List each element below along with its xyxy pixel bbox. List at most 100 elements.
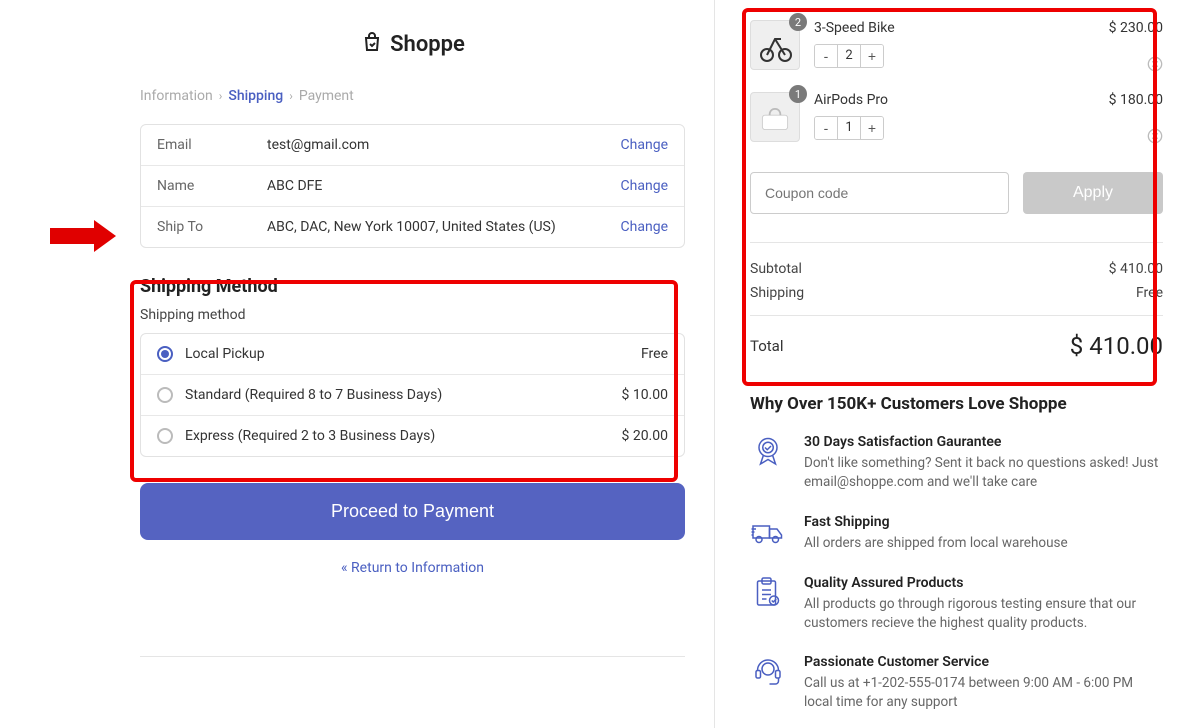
name-label: Name	[157, 178, 267, 194]
info-row-email: Email test@gmail.com Change	[141, 125, 684, 166]
remove-item-button[interactable]	[1147, 56, 1163, 72]
shipping-option-price: $ 10.00	[621, 387, 668, 403]
checkout-main: Shoppe Information › Shipping › Payment …	[0, 0, 715, 728]
shipping-options: Local Pickup Free Standard (Required 8 t…	[140, 333, 685, 457]
shipping-method-title: Shipping Method	[140, 276, 685, 297]
apply-coupon-button[interactable]: Apply	[1023, 172, 1163, 214]
quantity-badge: 2	[789, 13, 807, 31]
item-info: 3-Speed Bike - 2 +	[814, 20, 1095, 68]
benefit-support: Passionate Customer Service Call us at +…	[750, 654, 1163, 712]
remove-item-button[interactable]	[1147, 128, 1163, 144]
total-value: $ 410.00	[1070, 332, 1163, 360]
truck-icon	[750, 514, 786, 550]
benefit-body: Quality Assured Products All products go…	[804, 575, 1163, 633]
radio-selected-icon[interactable]	[157, 346, 173, 362]
benefit-title: Passionate Customer Service	[804, 654, 1163, 670]
shipping-cost-value: Free	[1136, 285, 1163, 301]
benefit-satisfaction: 30 Days Satisfaction Gaurantee Don't lik…	[750, 434, 1163, 492]
qty-decrement-button[interactable]: -	[815, 45, 837, 67]
item-info: AirPods Pro - 1 +	[814, 92, 1095, 140]
name-value: ABC DFE	[267, 178, 621, 194]
chevron-right-icon: ›	[219, 89, 223, 103]
product-thumbnail: 2	[750, 20, 800, 70]
change-shipto-link[interactable]: Change	[621, 219, 668, 235]
qty-value: 1	[837, 117, 861, 139]
item-name: 3-Speed Bike	[814, 20, 1095, 36]
qty-increment-button[interactable]: +	[861, 117, 883, 139]
store-logo[interactable]: Shoppe	[140, 30, 685, 58]
cart-item: 2 3-Speed Bike - 2 + $ 230.00	[750, 20, 1163, 70]
why-title: Why Over 150K+ Customers Love Shoppe	[750, 394, 1163, 414]
shipping-option-local[interactable]: Local Pickup Free	[141, 334, 684, 375]
shipping-option-name: Express (Required 2 to 3 Business Days)	[185, 428, 609, 444]
total-row: Total $ 410.00	[750, 315, 1163, 360]
breadcrumb-information[interactable]: Information	[140, 88, 213, 104]
product-thumbnail: 1	[750, 92, 800, 142]
breadcrumb-payment[interactable]: Payment	[299, 88, 354, 104]
change-name-link[interactable]: Change	[621, 178, 668, 194]
proceed-to-payment-button[interactable]: Proceed to Payment	[140, 483, 685, 540]
radio-icon[interactable]	[157, 428, 173, 444]
item-price: $ 230.00	[1109, 20, 1163, 36]
breadcrumb-shipping[interactable]: Shipping	[228, 88, 283, 104]
shipping-option-standard[interactable]: Standard (Required 8 to 7 Business Days)…	[141, 375, 684, 416]
benefit-quality: Quality Assured Products All products go…	[750, 575, 1163, 633]
benefit-shipping: Fast Shipping All orders are shipped fro…	[750, 514, 1163, 553]
coupon-row: Apply	[750, 172, 1163, 214]
subtotal-row: Subtotal $ 410.00	[750, 261, 1163, 277]
benefit-desc: All products go through rigorous testing…	[804, 595, 1163, 633]
qty-decrement-button[interactable]: -	[815, 117, 837, 139]
annotation-arrow-icon	[50, 218, 118, 258]
clipboard-check-icon	[750, 575, 786, 611]
chevron-right-icon: ›	[289, 89, 293, 103]
benefit-title: Fast Shipping	[804, 514, 1068, 530]
shipping-cost-row: Shipping Free	[750, 285, 1163, 301]
column-divider	[714, 0, 715, 728]
quantity-badge: 1	[789, 85, 807, 103]
email-label: Email	[157, 137, 267, 153]
order-summary: 2 3-Speed Bike - 2 + $ 230.00 1 AirPo	[715, 0, 1193, 728]
coupon-input[interactable]	[750, 172, 1009, 214]
benefit-body: Passionate Customer Service Call us at +…	[804, 654, 1163, 712]
subtotal-label: Subtotal	[750, 261, 802, 277]
benefit-title: Quality Assured Products	[804, 575, 1163, 591]
shipping-cost-label: Shipping	[750, 285, 804, 301]
benefit-body: 30 Days Satisfaction Gaurantee Don't lik…	[804, 434, 1163, 492]
benefit-body: Fast Shipping All orders are shipped fro…	[804, 514, 1068, 553]
benefit-desc: Don't like something? Sent it back no qu…	[804, 454, 1163, 492]
shipping-option-express[interactable]: Express (Required 2 to 3 Business Days) …	[141, 416, 684, 456]
qty-increment-button[interactable]: +	[861, 45, 883, 67]
change-email-link[interactable]: Change	[621, 137, 668, 153]
shipto-value: ABC, DAC, New York 10007, United States …	[267, 219, 621, 235]
return-to-information-link[interactable]: « Return to Information	[140, 560, 685, 576]
info-row-shipto: Ship To ABC, DAC, New York 10007, United…	[141, 207, 684, 247]
qty-value: 2	[837, 45, 861, 67]
badge-icon	[750, 434, 786, 470]
total-label: Total	[750, 337, 784, 355]
footer-divider	[140, 656, 685, 657]
shipping-option-price: Free	[641, 346, 668, 362]
headset-icon	[750, 654, 786, 690]
logo-text: Shoppe	[390, 32, 465, 57]
shipping-option-name: Standard (Required 8 to 7 Business Days)	[185, 387, 609, 403]
shipping-option-price: $ 20.00	[621, 428, 668, 444]
shipto-label: Ship To	[157, 219, 267, 235]
shipping-option-name: Local Pickup	[185, 346, 629, 362]
item-name: AirPods Pro	[814, 92, 1095, 108]
breadcrumb: Information › Shipping › Payment	[140, 88, 685, 104]
review-info-box: Email test@gmail.com Change Name ABC DFE…	[140, 124, 685, 248]
item-price: $ 180.00	[1109, 92, 1163, 108]
radio-icon[interactable]	[157, 387, 173, 403]
quantity-stepper[interactable]: - 1 +	[814, 116, 884, 140]
totals-box: Subtotal $ 410.00 Shipping Free Total $ …	[750, 242, 1163, 360]
subtotal-value: $ 410.00	[1109, 261, 1163, 277]
benefit-title: 30 Days Satisfaction Gaurantee	[804, 434, 1163, 450]
bag-icon	[360, 30, 384, 58]
info-row-name: Name ABC DFE Change	[141, 166, 684, 207]
shipping-method-sub: Shipping method	[140, 307, 685, 323]
cart-item: 1 AirPods Pro - 1 + $ 180.00	[750, 92, 1163, 142]
benefit-desc: All orders are shipped from local wareho…	[804, 534, 1068, 553]
benefit-desc: Call us at +1-202-555-0174 between 9:00 …	[804, 674, 1163, 712]
email-value: test@gmail.com	[267, 137, 621, 153]
quantity-stepper[interactable]: - 2 +	[814, 44, 884, 68]
